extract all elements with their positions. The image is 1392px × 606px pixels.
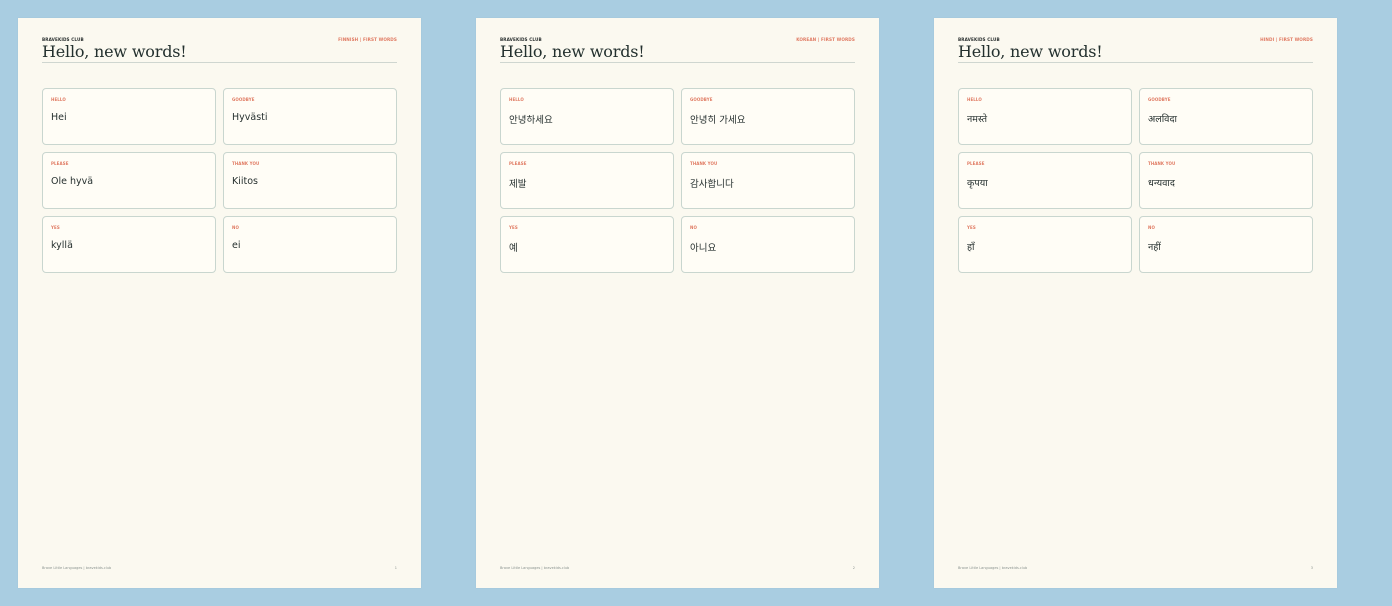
footer-text: Brave Little Languages | bravekids.club — [958, 566, 1028, 570]
card-label: YES — [967, 225, 976, 230]
word-card-yes: YES 예 — [500, 216, 674, 273]
page-number: 2 — [852, 566, 855, 570]
card-word: Hyvästi — [232, 112, 268, 123]
card-label: PLEASE — [509, 161, 527, 166]
word-card-hello: HELLO नमस्ते — [958, 88, 1132, 145]
card-word: 안녕하세요 — [509, 115, 553, 126]
card-word: नमस्ते — [967, 114, 988, 125]
card-label: PLEASE — [967, 161, 985, 166]
card-label: NO — [690, 225, 697, 230]
card-word: kyllä — [51, 240, 73, 251]
card-word: धन्यवाद — [1148, 178, 1175, 189]
card-label: HELLO — [51, 97, 66, 102]
title-divider — [958, 62, 1313, 63]
page-topic: HINDI | FIRST WORDS — [1260, 37, 1313, 42]
card-label: NO — [232, 225, 239, 230]
page-topic: KOREAN | FIRST WORDS — [796, 37, 855, 42]
card-label: THANK YOU — [1148, 161, 1176, 166]
page-title: Hello, new words! — [958, 42, 1103, 61]
word-card-please: PLEASE 제발 — [500, 152, 674, 209]
card-label: THANK YOU — [690, 161, 718, 166]
card-word: हाँ — [967, 242, 975, 253]
word-card-thank-you: THANK YOU Kiitos — [223, 152, 397, 209]
card-word: कृपया — [967, 178, 988, 189]
card-word: 안녕히 가세요 — [690, 115, 746, 126]
page-footer: Brave Little Languages | bravekids.club … — [42, 566, 397, 572]
card-word: 아니요 — [690, 243, 717, 254]
title-divider — [500, 62, 855, 63]
word-card-no: NO नहीं — [1139, 216, 1313, 273]
card-word: नहीं — [1148, 242, 1161, 253]
word-card-thank-you: THANK YOU 감사합니다 — [681, 152, 855, 209]
word-card-goodbye: GOODBYE 안녕히 가세요 — [681, 88, 855, 145]
word-card-no: NO 아니요 — [681, 216, 855, 273]
page-footer: Brave Little Languages | bravekids.club … — [500, 566, 855, 572]
footer-text: Brave Little Languages | bravekids.club — [500, 566, 570, 570]
card-label: THANK YOU — [232, 161, 260, 166]
page-title: Hello, new words! — [42, 42, 187, 61]
card-word: Kiitos — [232, 176, 258, 187]
word-card-please: PLEASE कृपया — [958, 152, 1132, 209]
word-cards: HELLO 안녕하세요 GOODBYE 안녕히 가세요 PLEASE 제발 TH… — [500, 88, 855, 273]
title-divider — [42, 62, 397, 63]
card-label: GOODBYE — [690, 97, 713, 102]
card-label: GOODBYE — [1148, 97, 1171, 102]
card-word: Ole hyvä — [51, 176, 94, 187]
card-word: 제발 — [509, 179, 527, 190]
card-label: NO — [1148, 225, 1155, 230]
word-card-goodbye: GOODBYE अलविदा — [1139, 88, 1313, 145]
card-label: HELLO — [509, 97, 524, 102]
word-card-no: NO ei — [223, 216, 397, 273]
card-label: HELLO — [967, 97, 982, 102]
word-card-goodbye: GOODBYE Hyvästi — [223, 88, 397, 145]
card-word: ei — [232, 240, 241, 251]
card-label: PLEASE — [51, 161, 69, 166]
card-label: YES — [509, 225, 518, 230]
page-korean: BRAVEKIDS CLUB KOREAN | FIRST WORDS Hell… — [476, 18, 879, 588]
page-number: 1 — [394, 566, 397, 570]
word-card-yes: YES हाँ — [958, 216, 1132, 273]
word-cards: HELLO नमस्ते GOODBYE अलविदा PLEASE कृपया… — [958, 88, 1313, 273]
document-viewer: BRAVEKIDS CLUB FINNISH | FIRST WORDS Hel… — [0, 0, 1392, 606]
card-word: 예 — [509, 243, 518, 254]
page-footer: Brave Little Languages | bravekids.club … — [958, 566, 1313, 572]
word-cards: HELLO Hei GOODBYE Hyvästi PLEASE Ole hyv… — [42, 88, 397, 273]
word-card-hello: HELLO 안녕하세요 — [500, 88, 674, 145]
word-card-please: PLEASE Ole hyvä — [42, 152, 216, 209]
page-hindi: BRAVEKIDS CLUB HINDI | FIRST WORDS Hello… — [934, 18, 1337, 588]
card-word: अलविदा — [1148, 114, 1177, 125]
page-topic: FINNISH | FIRST WORDS — [338, 37, 397, 42]
word-card-thank-you: THANK YOU धन्यवाद — [1139, 152, 1313, 209]
page-title: Hello, new words! — [500, 42, 645, 61]
card-label: GOODBYE — [232, 97, 255, 102]
page-finnish: BRAVEKIDS CLUB FINNISH | FIRST WORDS Hel… — [18, 18, 421, 588]
card-word: Hei — [51, 112, 67, 123]
card-word: 감사합니다 — [690, 179, 734, 190]
card-label: YES — [51, 225, 60, 230]
page-number: 3 — [1310, 566, 1313, 570]
word-card-yes: YES kyllä — [42, 216, 216, 273]
word-card-hello: HELLO Hei — [42, 88, 216, 145]
footer-text: Brave Little Languages | bravekids.club — [42, 566, 112, 570]
